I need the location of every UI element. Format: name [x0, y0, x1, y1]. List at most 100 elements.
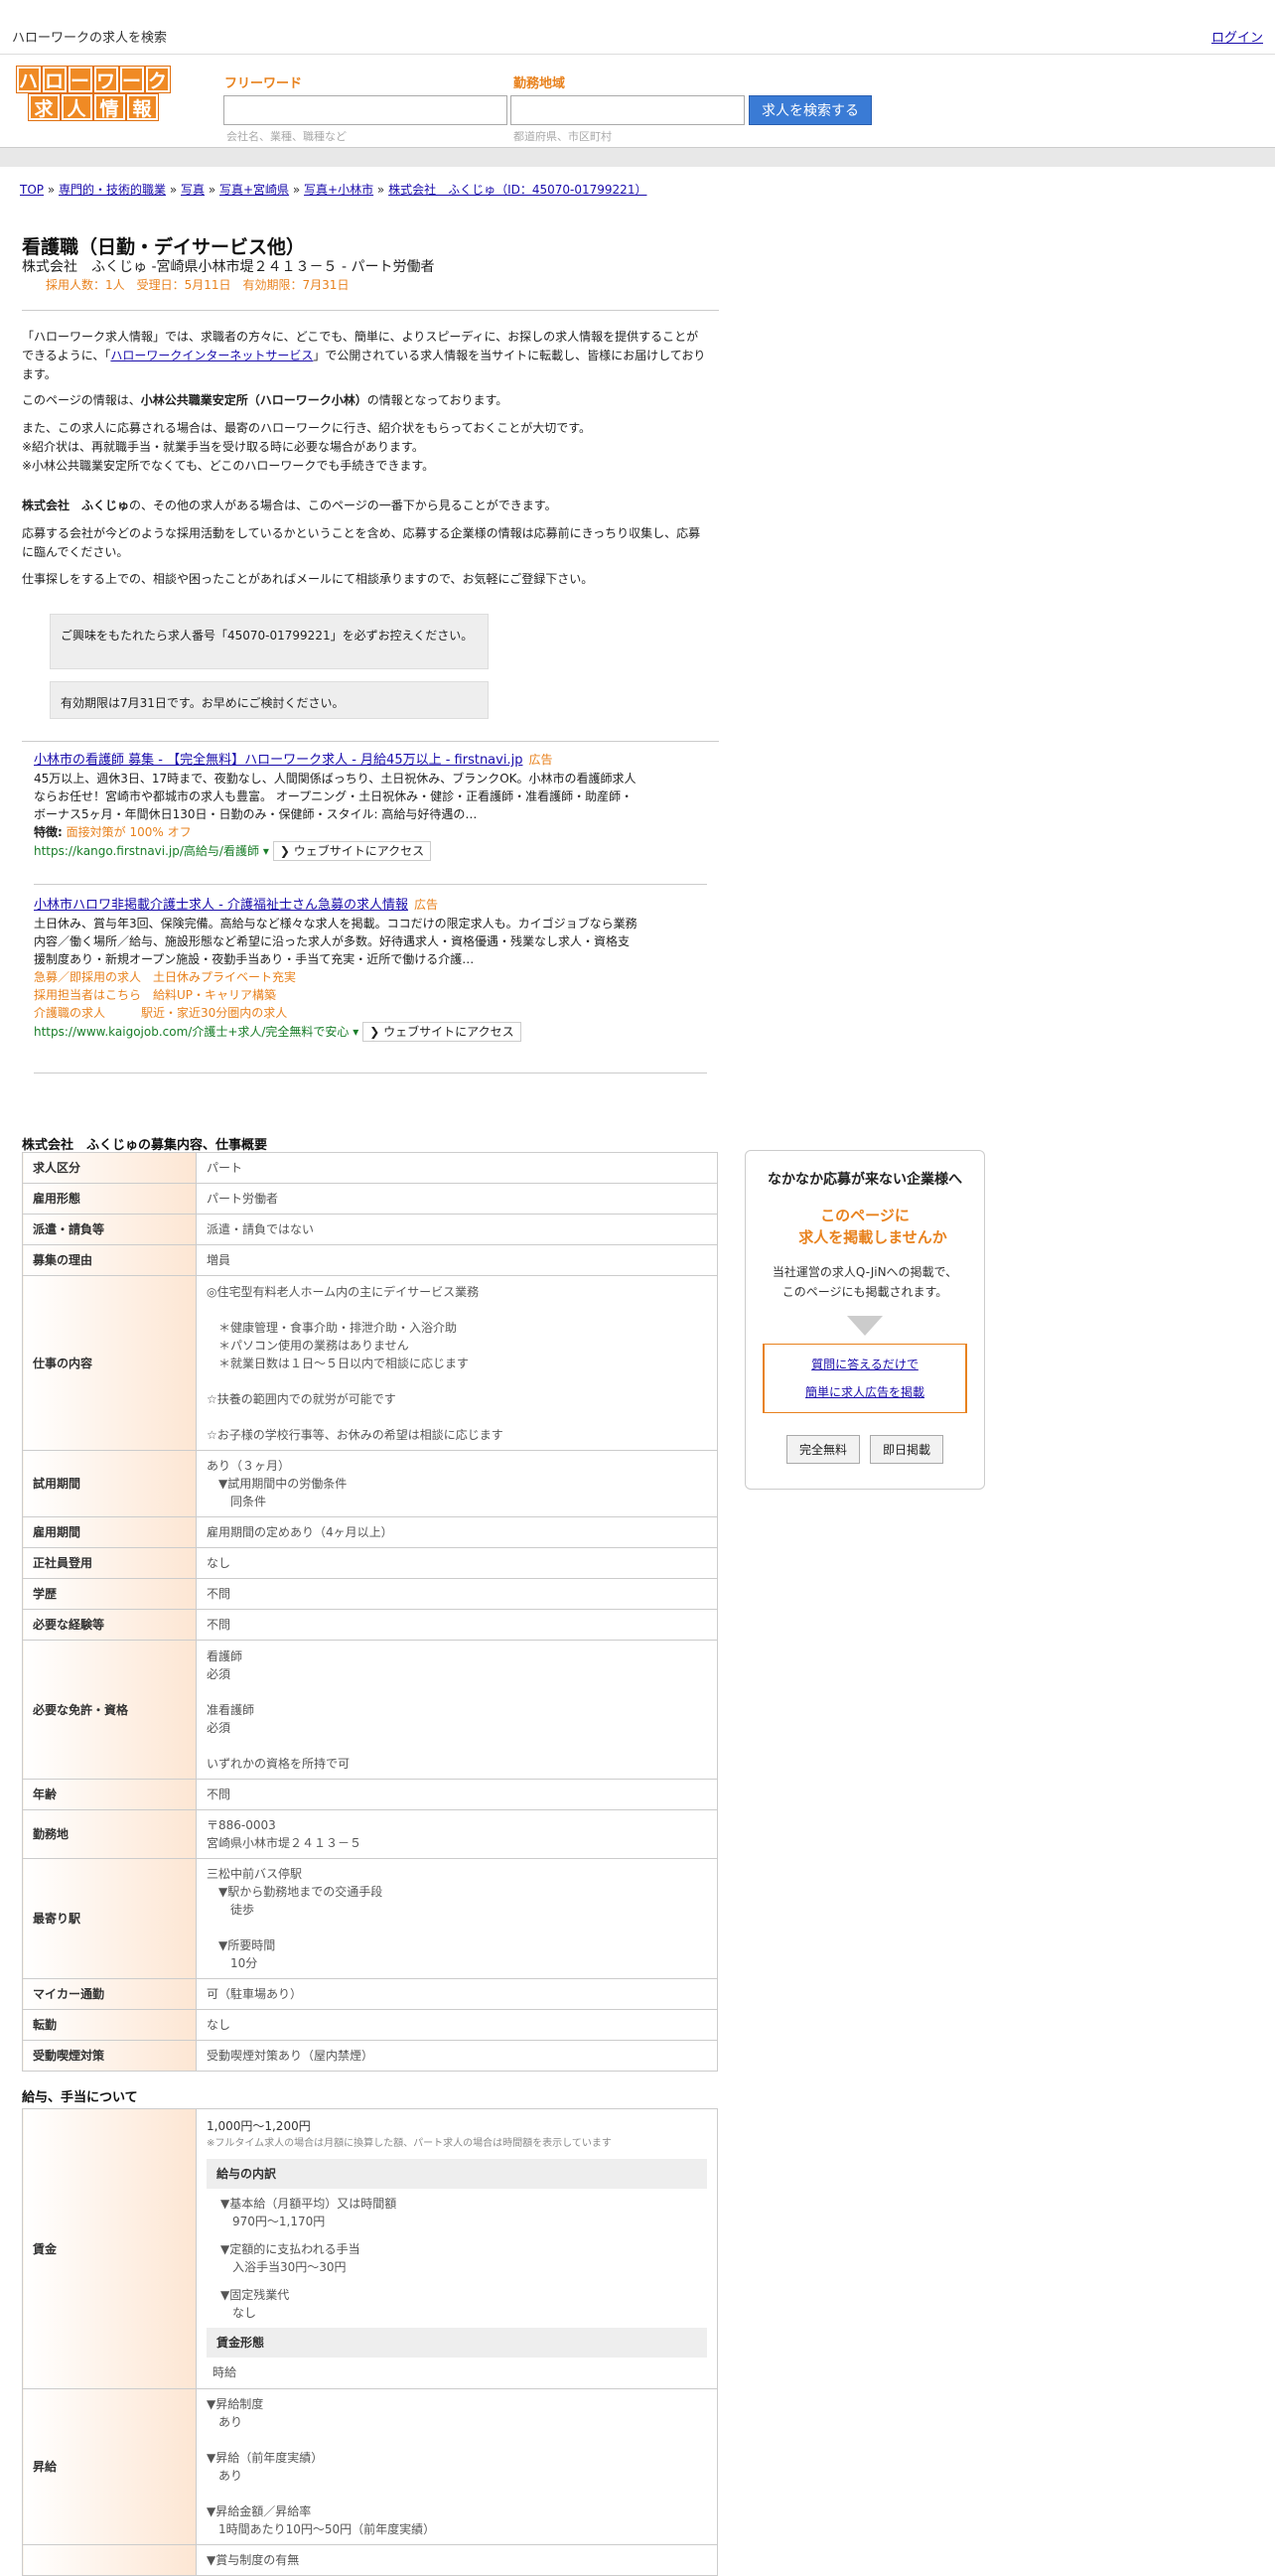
logo-char: 情 — [93, 94, 125, 120]
row-key: 学歴 — [22, 1578, 197, 1610]
table-row: 募集の理由 増員 — [22, 1244, 718, 1276]
advertise-box: なかなか応募が来ない企業様へ このページに 求人を掲載しませんか 当社運営の求人Q… — [745, 1150, 985, 1490]
advertise-links: 質問に答えるだけで 簡単に求人広告を掲載 — [763, 1344, 967, 1413]
area-hint: 都道府県、市区町村 — [513, 130, 612, 143]
row-value: 看護師 必須 准看護師 必須 いずれかの資格を所持で可 — [196, 1640, 718, 1780]
keyword-hint: 会社名、業種、職種など — [226, 130, 347, 143]
table-row: 求人区分 パート — [22, 1152, 718, 1184]
hellowork-logo[interactable]: ハローワーク 求人情報 — [5, 67, 181, 124]
office-name: 小林公共職業安定所（ハローワーク小林） — [140, 393, 367, 407]
same-day-button[interactable]: 即日掲載 — [870, 1435, 944, 1464]
visit-website-button[interactable]: ❯ ウェブサイトにアクセス — [272, 841, 432, 861]
table-row: 勤務地 〒886-0003 宮崎県小林市堤２４１３－５ — [22, 1809, 718, 1859]
divider-band — [0, 147, 1275, 167]
ad-feature[interactable]: 面接対策が 100% オフ — [67, 825, 192, 839]
advice-paragraph: 応募する会社が今どのような採用活動をしているかということを含め、応募する企業様の… — [22, 526, 701, 559]
row-value: 〒886-0003 宮崎県小林市堤２４１３－５ — [196, 1809, 718, 1859]
row-key: 昇給 — [22, 2388, 197, 2545]
table-row: 試用期間 あり（３ヶ月） ▼試用期間中の労働条件 同条件 — [22, 1450, 718, 1517]
advertise-offer: このページに 求人を掲載しませんか — [746, 1205, 984, 1248]
ad-url[interactable]: https://kango.firstnavi.jp/高給与/看護師 — [34, 844, 259, 858]
table-row: 雇用期間 雇用期間の定めあり（4ヶ月以上） — [22, 1516, 718, 1548]
row-value: 1,000円〜1,200円 ※フルタイム求人の場合は月額に換算した額、パート求人… — [196, 2108, 718, 2389]
ad-title-link[interactable]: 小林市ハロワ非掲載介護士求人 - 介護福祉士さん急募の求人情報 — [34, 898, 408, 913]
job-details-table: 求人区分 パート 雇用形態 パート労働者 派遣・請負等 派遣・請負ではない 募集の理由 増員仕… — [22, 1152, 718, 2072]
breadcrumb-company[interactable]: 株式会社 ふくじゅ（ID：45070-01799221） — [388, 183, 646, 197]
row-value: ◎住宅型有料老人ホーム内の主にデイサービス業務 ＊健康管理・食事介助・排泄介助・… — [196, 1275, 718, 1451]
wage-form-heading: 賃金形態 — [207, 2327, 707, 2358]
row-key: 受動喫煙対策 — [22, 2040, 197, 2072]
row-value: 受動喫煙対策あり（屋内禁煙） — [196, 2040, 718, 2072]
breadcrumb-pref[interactable]: 写真+宮崎県 — [219, 183, 289, 197]
row-key: 試用期間 — [22, 1450, 197, 1517]
row-value: 増員 — [196, 1244, 718, 1276]
row-value: ▼賞与制度の有無 — [196, 2544, 718, 2576]
ad-tag: 広告 — [528, 753, 553, 767]
hellowork-internet-link[interactable]: ハローワークインターネットサービス — [110, 349, 313, 362]
advertise-heading: なかなか応募が来ない企業様へ — [768, 1172, 962, 1188]
row-key: 募集の理由 — [22, 1244, 197, 1276]
row-key: 正社員登用 — [22, 1547, 197, 1579]
breadcrumb-photo[interactable]: 写真 — [181, 183, 205, 197]
table-row: 受動喫煙対策 受動喫煙対策あり（屋内禁煙） — [22, 2040, 718, 2072]
ad-url[interactable]: https://www.kaigojob.com/介護士+求人/完全無料で安心 — [34, 1025, 349, 1039]
row-key: 必要な経験等 — [22, 1609, 197, 1641]
row-value: 派遣・請負ではない — [196, 1214, 718, 1245]
office-paragraph: このページの情報は、小林公共職業安定所（ハローワーク小林）の情報となっております… — [22, 391, 709, 410]
job-title: 看護職（日勤・デイサービス他） — [22, 236, 306, 258]
intro-text: また、この求人に応募される場合は、最寄のハローワークに行き、紹介状をもらっておく… — [22, 421, 592, 435]
row-key: 年齢 — [22, 1779, 197, 1810]
row-value: パート — [196, 1152, 718, 1184]
breadcrumb-category[interactable]: 専門的・技術的職業 — [59, 183, 166, 197]
table-row: 派遣・請負等 派遣・請負ではない — [22, 1214, 718, 1245]
keyword-input[interactable] — [223, 95, 507, 125]
row-value: なし — [196, 1547, 718, 1579]
table-row: 賃金 1,000円〜1,200円 ※フルタイム求人の場合は月額に換算した額、パー… — [22, 2108, 718, 2389]
area-input[interactable] — [510, 95, 745, 125]
table-row: 正社員登用 なし — [22, 1547, 718, 1579]
table-row: 昇給 ▼昇給制度 あり ▼昇給（前年度実績） あり ▼昇給金額／昇給率 1時間あ… — [22, 2388, 718, 2545]
ad-title-link[interactable]: 小林市の看護師 募集 - 【完全無料】ハローワーク求人 - 月給45万以上 - … — [34, 753, 522, 768]
free-button[interactable]: 完全無料 — [785, 1435, 860, 1464]
down-arrow-icon — [847, 1316, 883, 1336]
wage-note: ※フルタイム求人の場合は月額に換算した額、パート求人の場合は時間額を表示していま… — [207, 2137, 612, 2149]
site-title: ハローワークの求人を検索 — [12, 31, 168, 46]
row-value: 不問 — [196, 1609, 718, 1641]
wage-table: 賃金 1,000円〜1,200円 ※フルタイム求人の場合は月額に換算した額、パー… — [22, 2108, 718, 2576]
logo-char: ワ — [93, 67, 118, 92]
job-number-note: ご興味をもたれたら求人番号「45070-01799221」を必ずお控えください。 — [50, 614, 489, 669]
advertise-desc: 当社運営の求人Q-JiNへの掲載で、 このページにも掲載されます。 — [746, 1262, 984, 1302]
top-bar: ハローワークの求人を検索 ログイン — [0, 0, 1275, 55]
area-label: 勤務地域 — [513, 76, 566, 91]
ad-sitelink[interactable]: 介護職の求人 駅近・家近30分圏内の求人 — [34, 1004, 709, 1022]
logo-char: ー — [68, 67, 92, 92]
post-ad-link[interactable]: 簡単に求人広告を掲載 — [805, 1385, 924, 1399]
table-row: 必要な免許・資格 看護師 必須 准看護師 必須 いずれかの資格を所持で可 — [22, 1640, 718, 1780]
row-value: 不問 — [196, 1578, 718, 1610]
row-value: なし — [196, 2009, 718, 2041]
ad-sitelink[interactable]: 採用担当者はこちら 給料UP・キャリア構築 — [34, 986, 709, 1004]
intro-text: の情報となっております。 — [366, 393, 508, 407]
keyword-label: フリーワード — [224, 76, 303, 91]
row-key: 雇用形態 — [22, 1183, 197, 1215]
job-meta: 採用人数：1人 受理日：5月11日 有効期限：7月31日 — [46, 278, 350, 292]
divider — [34, 884, 707, 885]
visit-website-button[interactable]: ❯ ウェブサイトにアクセス — [362, 1022, 521, 1042]
wage-form: 時給 — [212, 2364, 237, 2379]
ad-block-1: 小林市の看護師 募集 - 【完全無料】ハローワーク求人 - 月給45万以上 - … — [34, 751, 709, 861]
breadcrumb-top[interactable]: TOP — [20, 183, 44, 197]
ad-description: 土日休み、賞与年3回、保険完備。高給与など様々な求人を掲載。ココだけの限定求人も… — [34, 917, 638, 966]
ad-sitelink[interactable]: 急募／即採用の求人 土日休みプライベート充実 — [34, 968, 709, 986]
search-button[interactable]: 求人を検索する — [749, 95, 872, 125]
logo-char: ロ — [42, 67, 67, 92]
intro-paragraph: 「ハローワーク求人情報」では、求職者の方々に、どこでも、簡単に、よりスピーディに… — [22, 328, 709, 384]
logo-char: ー — [119, 67, 144, 92]
intro-text: このページの情報は、 — [22, 393, 141, 407]
row-value: ▼昇給制度 あり ▼昇給（前年度実績） あり ▼昇給金額／昇給率 1時間あたり1… — [196, 2388, 718, 2545]
row-value: 雇用期間の定めあり（4ヶ月以上） — [196, 1516, 718, 1548]
row-key: 仕事の内容 — [22, 1275, 197, 1451]
breadcrumb-city[interactable]: 写真+小林市 — [304, 183, 373, 197]
row-value: 可（駐車場あり） — [196, 1978, 718, 2010]
login-link[interactable]: ログイン — [1211, 27, 1263, 46]
question-link[interactable]: 質問に答えるだけで — [811, 1358, 919, 1371]
